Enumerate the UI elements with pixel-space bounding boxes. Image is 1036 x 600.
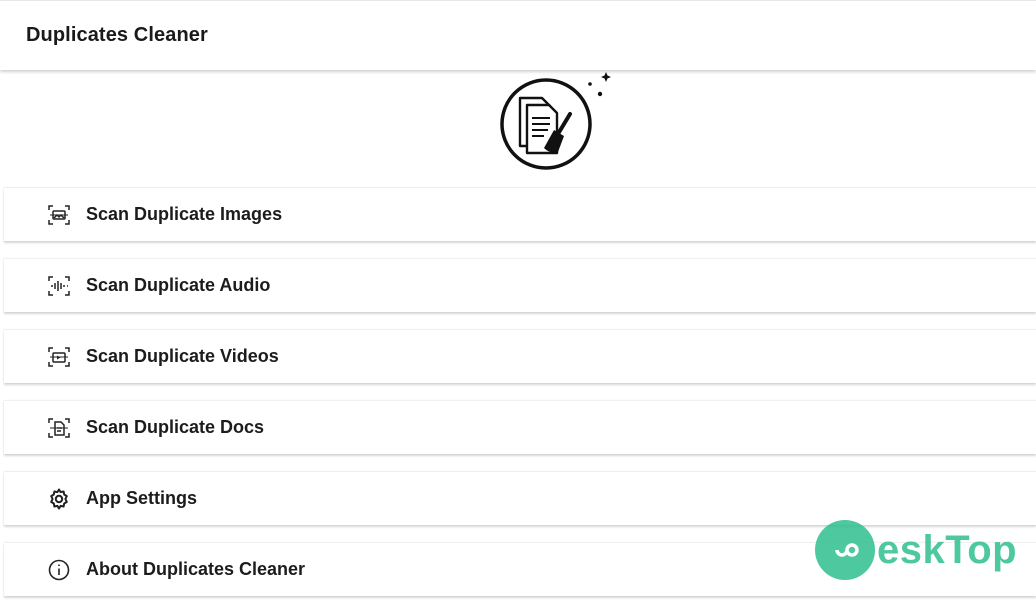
menu-label: About Duplicates Cleaner xyxy=(86,559,306,579)
gear-icon xyxy=(45,485,73,513)
menu-label: Scan Duplicate Videos xyxy=(86,346,279,366)
app-logo xyxy=(480,68,620,176)
scan-image-icon xyxy=(45,201,73,229)
scan-audio-icon xyxy=(45,272,73,300)
menu-item-scan-images[interactable]: Scan Duplicate Images xyxy=(4,187,1036,241)
app-bar: Duplicates Cleaner xyxy=(0,0,1036,70)
menu-label: Scan Duplicate Images xyxy=(86,204,283,224)
app-title: Duplicates Cleaner xyxy=(26,24,208,46)
menu-item-scan-docs[interactable]: Scan Duplicate Docs xyxy=(4,400,1036,454)
watermark-logo-icon xyxy=(815,520,875,580)
watermark: eskTop xyxy=(815,519,1017,581)
info-icon xyxy=(45,556,73,584)
menu-item-app-settings[interactable]: App Settings xyxy=(4,471,1036,525)
menu-label: Scan Duplicate Audio xyxy=(86,275,271,295)
menu-label: App Settings xyxy=(86,488,197,508)
watermark-text: eskTop xyxy=(877,527,1018,572)
menu-label: Scan Duplicate Docs xyxy=(86,417,265,437)
menu-item-scan-audio[interactable]: Scan Duplicate Audio xyxy=(4,258,1036,312)
menu-item-scan-videos[interactable]: Scan Duplicate Videos xyxy=(4,329,1036,383)
scan-doc-icon xyxy=(45,414,73,442)
scan-video-icon xyxy=(45,343,73,371)
documents-broom-icon xyxy=(500,72,611,170)
